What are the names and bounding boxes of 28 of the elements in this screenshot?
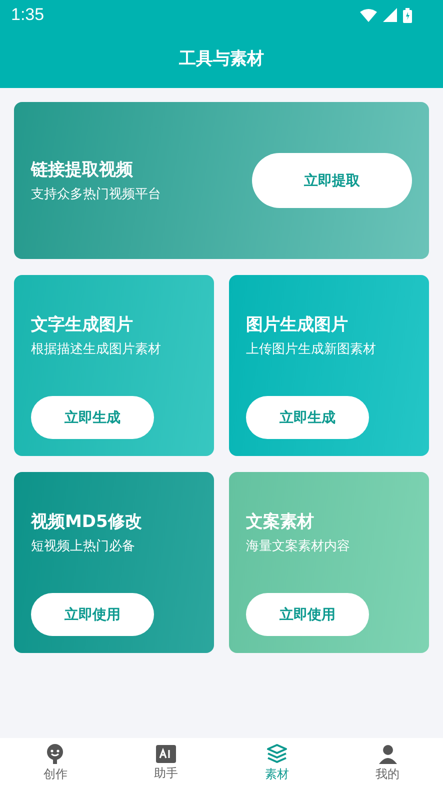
action-button[interactable]: 立即生成 [31,396,154,439]
wifi-icon [360,8,377,22]
battery-icon [403,8,412,22]
layers-icon [266,744,287,764]
action-button[interactable]: 立即提取 [252,153,412,208]
status-time: 1:35 [11,5,44,25]
card-title: 文字生成图片 [31,314,134,336]
nav-tab[interactable]: 助手 [136,738,196,788]
card-subtitle: 短视频上热门必备 [31,538,136,555]
card-title: 图片生成图片 [246,314,349,336]
action-button[interactable]: 立即使用 [246,593,369,636]
action-button[interactable]: 立即使用 [31,593,154,636]
card-subtitle: 上传图片生成新图素材 [246,341,377,358]
nav-tab[interactable]: 素材 [246,738,307,788]
card-subtitle: 支持众多热门视频平台 [31,186,161,203]
nav-tab[interactable]: 创作 [25,738,86,788]
page-title: 工具与素材 [178,48,265,71]
action-button[interactable]: 立即生成 [246,396,369,439]
ai-chip-icon [156,744,176,762]
bulb-icon [45,744,66,764]
person-icon [378,744,398,764]
signal-icon [383,8,397,22]
card-title: 视频MD5修改 [31,511,143,533]
card-subtitle: 根据描述生成图片素材 [31,341,162,358]
card-subtitle: 海量文案素材内容 [246,538,351,555]
card-title: 文案素材 [246,511,315,533]
nav-tab[interactable]: 我的 [358,738,418,788]
card-title: 链接提取视频 [31,159,134,181]
